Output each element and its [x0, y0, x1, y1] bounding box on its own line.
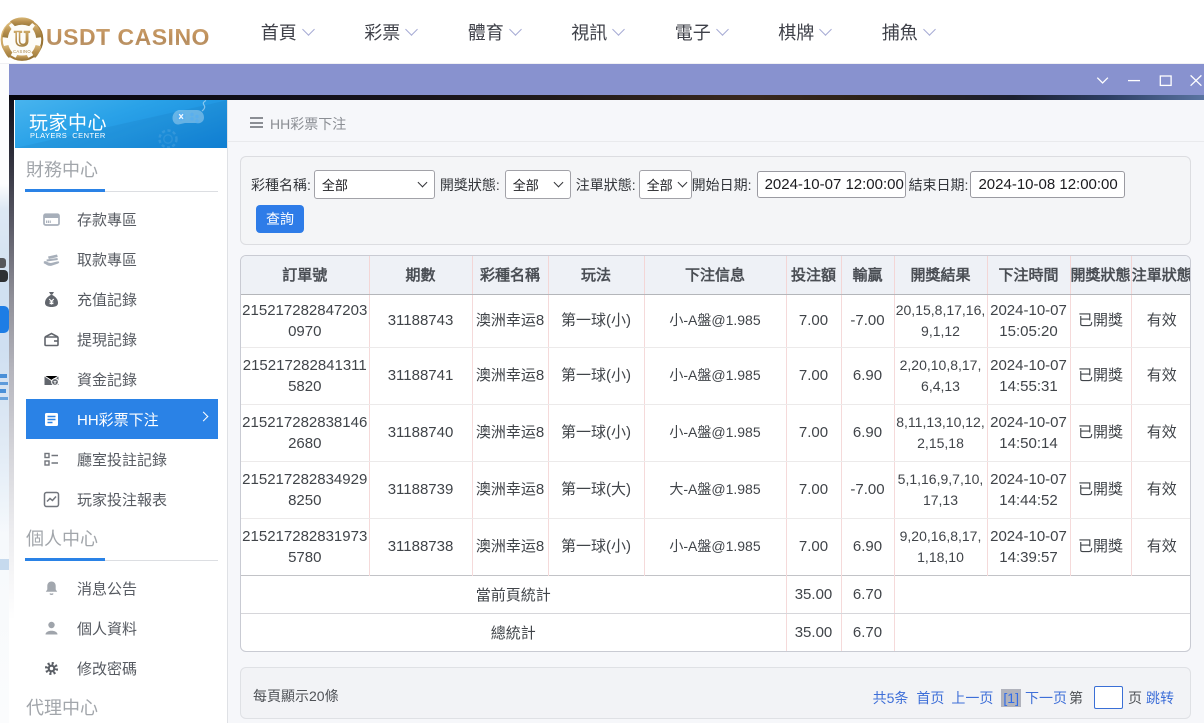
svg-text:U: U [14, 26, 30, 51]
svg-text:CASINO: CASINO [13, 49, 31, 54]
